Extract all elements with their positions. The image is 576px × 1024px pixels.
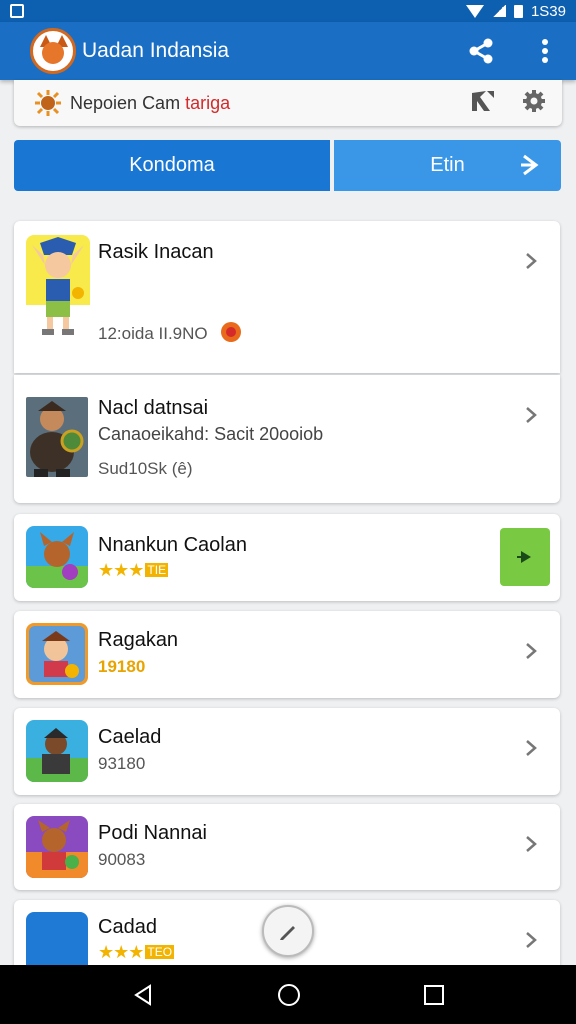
item-thumbnail — [26, 397, 88, 477]
rating-stars: ★★★ TEO — [98, 942, 175, 962]
summary-middle: Cam — [142, 92, 186, 113]
item-meta: 19180 — [98, 657, 146, 676]
settings-gear-icon[interactable] — [522, 89, 546, 118]
badge-icon — [221, 322, 242, 342]
wifi-icon — [465, 4, 484, 18]
list-item-ragakan[interactable]: Ragakan 19180 — [14, 611, 560, 698]
item-meta: 93180 — [98, 754, 146, 773]
summary-bar[interactable]: Nepoien Cam tariga — [14, 80, 562, 126]
arrow-right-icon — [521, 154, 539, 176]
item-thumbnail — [26, 720, 88, 782]
item-subtitle: Canaoeikahd: Sacit 20ooiob — [98, 424, 324, 444]
tab-kondoma[interactable]: Kondoma — [14, 140, 330, 191]
list-item-nnankun[interactable]: Nnankun Caolan ★★★ TIE — [14, 514, 560, 601]
item-title: Caelad — [98, 726, 162, 748]
edit-fab-button[interactable] — [262, 905, 314, 957]
app-title: Uadan Indansia — [82, 39, 230, 62]
item-thumbnail — [26, 526, 88, 588]
item-title: Ragakan — [98, 629, 179, 651]
list-item-rasik[interactable]: Rasik Inacan 12:oida II.9NO — [14, 221, 560, 373]
item-title: Rasik Inacan — [98, 241, 214, 263]
item-title: Cadad — [98, 916, 157, 938]
list-item-caelad[interactable]: Caelad 93180 — [14, 708, 560, 795]
home-icon[interactable] — [276, 982, 302, 1008]
tab-etin-label: Etin — [430, 154, 465, 176]
item-meta: 12:oida II.9NO — [98, 321, 242, 344]
chevron-right-icon — [526, 932, 537, 948]
sun-mascot-icon — [34, 89, 62, 117]
notification-icon — [10, 4, 24, 18]
summary-prefix: Nepoien — [70, 92, 143, 113]
chevron-right-icon — [526, 253, 537, 269]
system-nav-bar — [0, 965, 576, 1024]
item-title: Podi Nannai — [98, 822, 207, 844]
item-meta: 90083 — [98, 850, 146, 869]
summary-highlight: tariga — [185, 92, 231, 113]
chevron-right-icon — [526, 407, 537, 423]
pin-icon[interactable] — [470, 89, 496, 118]
status-time: 1S39 — [530, 2, 566, 20]
back-icon[interactable] — [131, 983, 155, 1007]
app-logo-icon — [30, 28, 76, 74]
more-vert-icon[interactable] — [528, 34, 562, 68]
list-item-nacl[interactable]: Nacl datnsai Canaoeikahd: Sacit 20ooiob … — [14, 375, 560, 503]
rating-stars: ★★★ TIE — [98, 560, 169, 580]
item-meta: Sud10Sk (ê) — [98, 459, 193, 478]
rating-tag: TIE — [145, 563, 169, 577]
status-bar: 1S39 — [0, 0, 576, 22]
battery-icon — [513, 4, 523, 18]
tab-etin[interactable]: Etin — [334, 140, 561, 191]
summary-text: Nepoien Cam tariga — [70, 93, 230, 114]
list-item-podi[interactable]: Podi Nannai 90083 — [14, 804, 560, 890]
play-button[interactable] — [500, 528, 550, 586]
tab-kondoma-label: Kondoma — [129, 154, 215, 176]
recents-icon[interactable] — [423, 984, 445, 1006]
item-thumbnail — [26, 235, 90, 343]
item-thumbnail — [26, 816, 88, 878]
pencil-icon — [280, 926, 295, 940]
share-icon[interactable] — [464, 34, 498, 68]
chevron-right-icon — [526, 740, 537, 756]
app-bar: Uadan Indansia — [0, 22, 576, 80]
item-thumbnail — [26, 623, 88, 685]
chevron-right-icon — [526, 836, 537, 852]
play-icon — [517, 551, 531, 563]
signal-icon — [491, 5, 506, 17]
item-title: Nacl datnsai — [98, 397, 209, 419]
item-title: Nnankun Caolan — [98, 534, 247, 556]
rating-tag: TEO — [145, 945, 175, 959]
chevron-right-icon — [526, 643, 537, 659]
item-meta-text: 12:oida II.9NO — [98, 324, 208, 343]
